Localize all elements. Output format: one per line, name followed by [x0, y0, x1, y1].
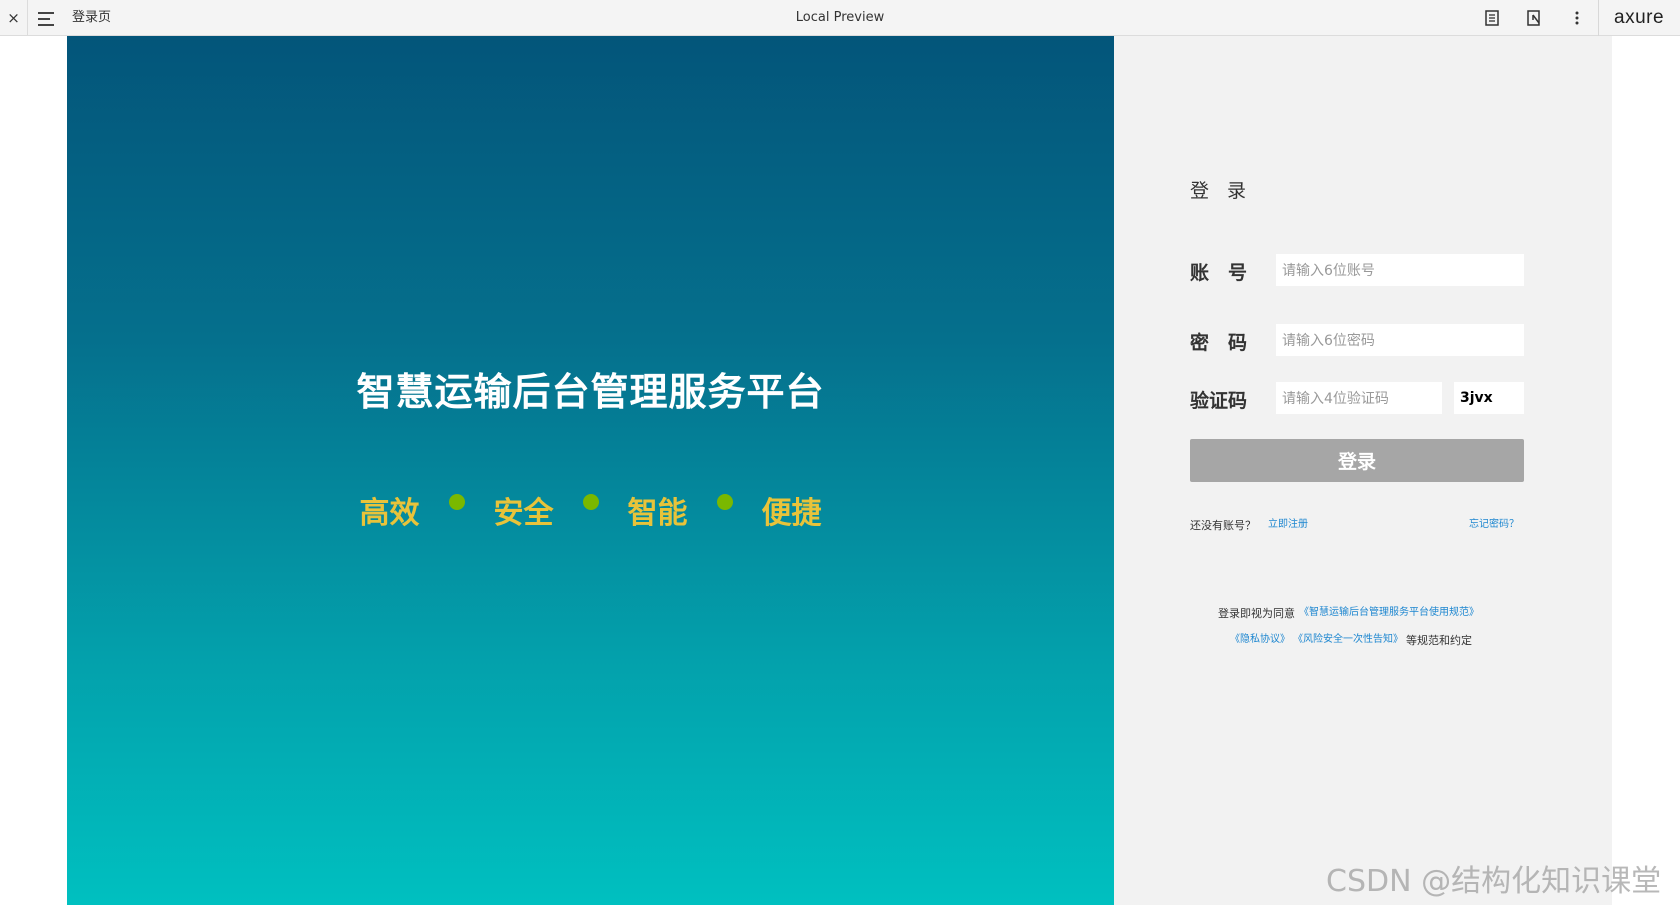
tag-convenient: 便捷 — [761, 496, 822, 531]
bullet-dot — [582, 494, 599, 510]
close-icon[interactable]: × — [0, 0, 28, 36]
register-link[interactable]: 立即注册 — [1268, 515, 1308, 530]
account-input[interactable]: 请输入6位账号 — [1276, 254, 1524, 286]
toolbar-divider — [1598, 0, 1599, 36]
password-label: 密 码 — [1190, 332, 1248, 354]
preview-title: Local Preview — [795, 10, 885, 25]
account-label: 账 号 — [1190, 262, 1248, 284]
axure-logo: axure — [1614, 7, 1665, 28]
menu-icon[interactable] — [38, 8, 60, 28]
no-account-text: 还没有账号？ — [1190, 519, 1256, 532]
tag-smart: 智能 — [627, 496, 688, 531]
risk-notice-link[interactable]: 《风险安全一次性告知》 — [1293, 630, 1403, 645]
usage-terms-link[interactable]: 《智慧运输后台管理服务平台使用规范》 — [1299, 603, 1479, 618]
captcha-code[interactable]: 3jvx — [1454, 382, 1524, 414]
tag-secure: 安全 — [493, 496, 554, 531]
forgot-password-link[interactable]: 忘记密码？ — [1469, 515, 1519, 530]
csdn-watermark: CSDN @结构化知识课堂 — [1326, 864, 1662, 899]
feature-tags: 高效 安全 智能 便捷 — [67, 488, 1114, 532]
more-options-icon[interactable] — [1568, 9, 1586, 27]
login-panel: 登 录 账 号 请输入6位账号 密 码 请输入6位密码 验证码 请输入4位验证码… — [1114, 36, 1612, 905]
agreement-suffix: 等规范和约定 — [1406, 634, 1472, 647]
preview-toolbar: × 登录页 Local Preview axure — [0, 0, 1680, 36]
page-name: 登录页 — [72, 10, 112, 25]
notes-icon[interactable] — [1483, 9, 1501, 27]
hero-panel: 智慧运输后台管理服务平台 高效 安全 智能 便捷 — [67, 36, 1114, 905]
tag-efficient: 高效 — [359, 496, 420, 531]
privacy-link[interactable]: 《隐私协议》 — [1230, 630, 1290, 645]
captcha-label: 验证码 — [1190, 390, 1248, 412]
inspect-icon[interactable] — [1525, 9, 1543, 27]
agreement-prefix: 登录即视为同意 — [1218, 607, 1295, 620]
captcha-input[interactable]: 请输入4位验证码 — [1276, 382, 1442, 414]
bullet-dot — [448, 494, 465, 510]
login-heading: 登 录 — [1190, 180, 1253, 202]
login-button[interactable]: 登录 — [1190, 439, 1524, 482]
password-input[interactable]: 请输入6位密码 — [1276, 324, 1524, 356]
platform-title: 智慧运输后台管理服务平台 — [356, 369, 825, 414]
bullet-dot — [716, 494, 733, 510]
